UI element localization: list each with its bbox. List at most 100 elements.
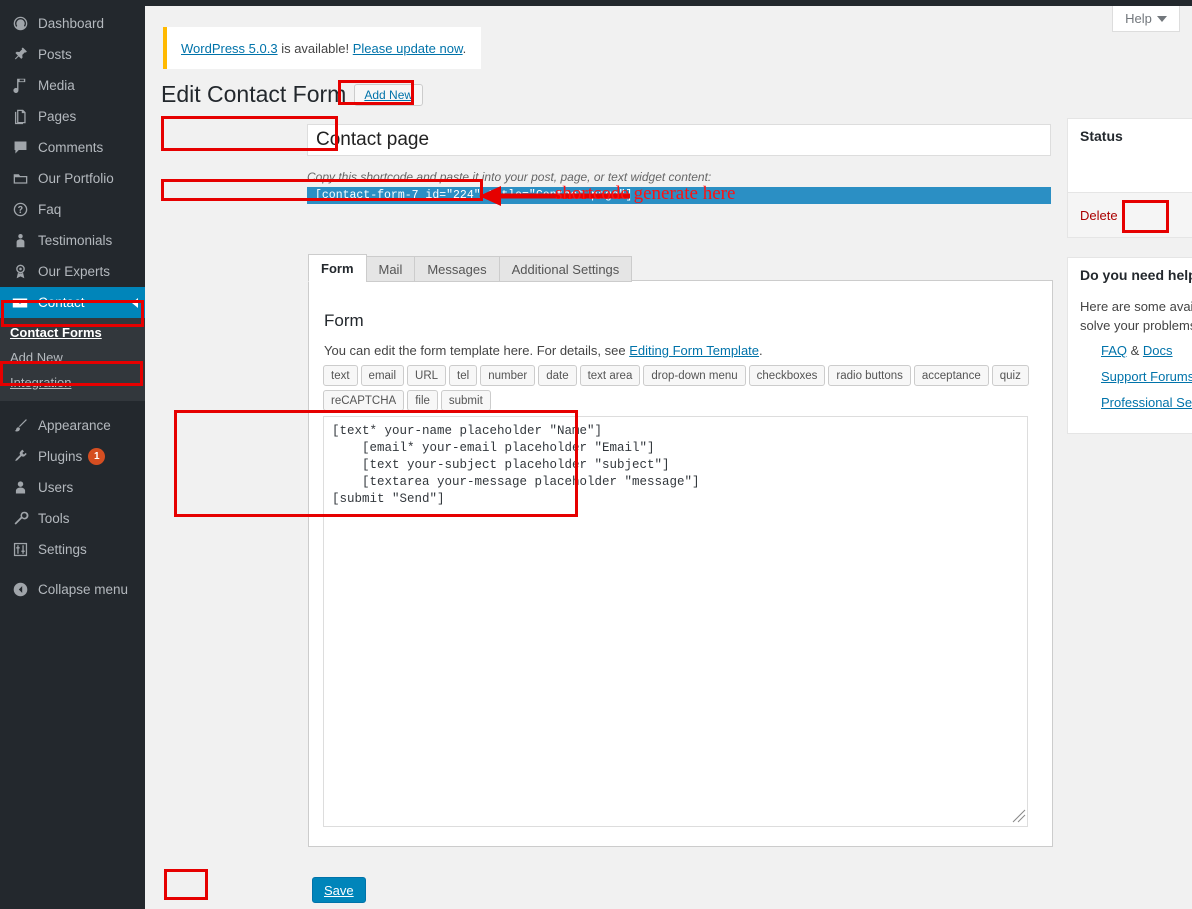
tab-messages[interactable]: Messages — [414, 256, 499, 282]
help-box-heading: Do you need help? — [1068, 258, 1192, 287]
envelope-icon — [9, 293, 31, 313]
sidebar-item-posts[interactable]: Posts — [0, 39, 145, 70]
sidebar-item-pages[interactable]: Pages — [0, 101, 145, 132]
plugin-update-badge: 1 — [88, 448, 105, 465]
delete-link[interactable]: Delete — [1080, 208, 1118, 223]
wrench-icon — [9, 509, 31, 529]
admin-content: Help WordPress 5.0.3 is available! Pleas… — [145, 6, 1192, 909]
sidebar-item-tools[interactable]: Tools — [0, 503, 145, 534]
sidebar-item-label: Pages — [38, 109, 76, 124]
sidebar-item-our-portfolio[interactable]: Our Portfolio — [0, 163, 145, 194]
settings-tabs: FormMailMessagesAdditional Settings — [308, 254, 631, 282]
sidebar-item-label: Contact — [38, 295, 85, 310]
panel-heading: Form — [324, 311, 364, 331]
submenu-item-contact-forms[interactable]: Contact Forms — [0, 320, 145, 345]
tab-mail[interactable]: Mail — [366, 256, 416, 282]
submenu-item-integration[interactable]: Integration — [0, 370, 145, 395]
menu-divider — [0, 401, 145, 410]
admin-page: Dashboard Posts Media Pages Comments Our Port… — [0, 0, 1192, 909]
tag-button-text-area[interactable]: text area — [580, 365, 641, 386]
sidebar-item-label: Plugins — [38, 449, 82, 464]
sliders-icon — [9, 540, 31, 560]
plug-icon — [9, 447, 31, 467]
admin-sidebar: Dashboard Posts Media Pages Comments Our Port… — [0, 0, 145, 909]
sidebar-item-faq[interactable]: Faq — [0, 194, 145, 225]
help-link-row: Professional Services — [1101, 395, 1192, 410]
bottom-save-wrap: Save — [312, 877, 366, 903]
sidebar-item-appearance[interactable]: Appearance — [0, 410, 145, 441]
tag-button-checkboxes[interactable]: checkboxes — [749, 365, 826, 386]
sidebar-item-collapse-menu[interactable]: Collapse menu — [0, 574, 145, 605]
tab-form[interactable]: Form — [308, 254, 367, 282]
tag-button-url[interactable]: URL — [407, 365, 446, 386]
help-link-row: Support Forums — [1101, 369, 1192, 384]
submenu-item-add-new[interactable]: Add New — [0, 345, 145, 370]
help-link-faq[interactable]: FAQ — [1101, 343, 1127, 358]
pages-icon — [9, 107, 31, 127]
notice-end-text: . — [463, 41, 467, 56]
add-new-button[interactable]: Add New — [354, 84, 423, 106]
sidebar-item-dashboard[interactable]: Dashboard — [0, 8, 145, 39]
sidebar-item-media[interactable]: Media — [0, 70, 145, 101]
help-link-support-forums[interactable]: Support Forums — [1101, 369, 1192, 384]
tag-button-drop-down-menu[interactable]: drop-down menu — [643, 365, 745, 386]
status-box: Status Duplicate Delete Save — [1067, 118, 1192, 238]
help-box-links: FAQ & Docs Support Forums Professional Ser… — [1080, 343, 1192, 410]
wordpress-version-link[interactable]: WordPress 5.0.3 — [181, 41, 278, 56]
sidebar-item-testimonials[interactable]: Testimonials — [0, 225, 145, 256]
tag-button-file[interactable]: file — [407, 390, 438, 411]
brush-icon — [9, 416, 31, 436]
tag-button-text[interactable]: text — [323, 365, 358, 386]
sidebar-item-users[interactable]: Users — [0, 472, 145, 503]
update-now-link[interactable]: Please update now — [353, 41, 463, 56]
sidebar-right-column: Status Duplicate Delete Save Do you need… — [1067, 118, 1192, 453]
tag-button-radio-buttons[interactable]: radio buttons — [828, 365, 911, 386]
sidebar-item-settings[interactable]: Settings — [0, 534, 145, 565]
panel-desc-after: . — [759, 343, 763, 358]
save-button-bottom[interactable]: Save — [312, 877, 366, 903]
pin-icon — [9, 45, 31, 65]
tag-button-email[interactable]: email — [361, 365, 404, 386]
form-template-textarea[interactable] — [323, 416, 1028, 827]
help-link-separator: & — [1127, 343, 1143, 358]
tag-button-number[interactable]: number — [480, 365, 535, 386]
comment-icon — [9, 138, 31, 158]
collapse-icon — [9, 580, 31, 600]
editing-form-template-link[interactable]: Editing Form Template — [629, 343, 759, 358]
award-icon — [9, 262, 31, 282]
help-box-text: Here are some available options to help … — [1080, 297, 1192, 335]
tab-additional-settings[interactable]: Additional Settings — [499, 256, 633, 282]
status-box-footer: Delete Save — [1068, 192, 1192, 237]
sidebar-item-comments[interactable]: Comments — [0, 132, 145, 163]
sidebar-item-label: Appearance — [38, 418, 111, 433]
sidebar-item-label: Comments — [38, 140, 103, 155]
testimonials-icon — [9, 231, 31, 251]
panel-description: You can edit the form template here. For… — [324, 343, 763, 358]
contact-submenu: Contact FormsAdd NewIntegration — [0, 318, 145, 401]
sidebar-item-our-experts[interactable]: Our Experts — [0, 256, 145, 287]
dashboard-icon — [9, 14, 31, 34]
form-title-input[interactable] — [307, 124, 1051, 156]
sidebar-item-label: Testimonials — [38, 233, 112, 248]
sidebar-item-plugins[interactable]: Plugins 1 — [0, 441, 145, 472]
tag-generator-buttons: textemailURLtelnumberdatetext areadrop-d… — [323, 365, 1033, 411]
menu-arrow-icon — [132, 298, 138, 308]
sidebar-item-label: Posts — [38, 47, 72, 62]
panel-desc-before: You can edit the form template here. For… — [324, 343, 629, 358]
tag-button-date[interactable]: date — [538, 365, 576, 386]
help-link-docs[interactable]: Docs — [1143, 343, 1173, 358]
user-icon — [9, 478, 31, 498]
tag-button-quiz[interactable]: quiz — [992, 365, 1029, 386]
help-box: Do you need help? Here are some availabl… — [1067, 257, 1192, 434]
sidebar-item-label: Collapse menu — [38, 582, 128, 597]
tag-button-recaptcha[interactable]: reCAPTCHA — [323, 390, 404, 411]
tag-button-submit[interactable]: submit — [441, 390, 491, 411]
tag-button-acceptance[interactable]: acceptance — [914, 365, 989, 386]
sidebar-item-label: Media — [38, 78, 75, 93]
annotation-text: shortcode generate here — [555, 183, 735, 205]
menu-divider-2 — [0, 565, 145, 574]
help-link-professional-services[interactable]: Professional Services — [1101, 395, 1192, 410]
tag-button-tel[interactable]: tel — [449, 365, 477, 386]
sidebar-item-contact[interactable]: Contact — [0, 287, 145, 318]
help-tab-button[interactable]: Help — [1112, 6, 1180, 32]
